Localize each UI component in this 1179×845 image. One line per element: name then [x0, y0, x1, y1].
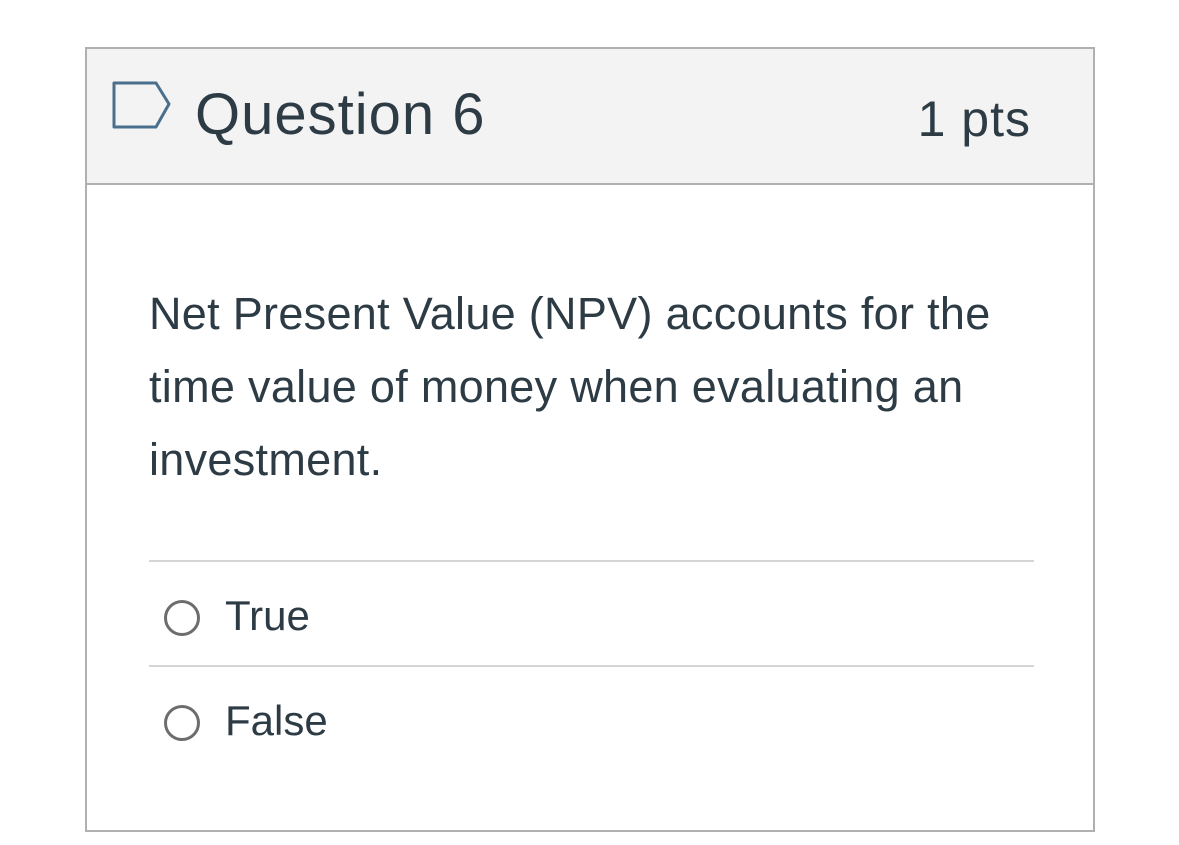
question-points: 1 pts [917, 91, 1031, 147]
answer-label[interactable]: False [225, 695, 328, 747]
radio-button[interactable] [164, 705, 200, 741]
radio-button[interactable] [164, 600, 200, 636]
question-text: Net Present Value (NPV) accounts for the… [149, 288, 991, 485]
question-card: Question 6 1 pts Net Present Value (NPV)… [85, 47, 1095, 832]
flag-question-icon[interactable] [111, 80, 173, 132]
answer-list: True False [149, 560, 1034, 770]
question-header: Question 6 1 pts [87, 49, 1093, 185]
answer-option-false[interactable]: False [149, 665, 1034, 770]
answer-label[interactable]: True [225, 590, 310, 642]
question-title: Question 6 [195, 82, 486, 147]
answer-option-true[interactable]: True [149, 560, 1034, 665]
